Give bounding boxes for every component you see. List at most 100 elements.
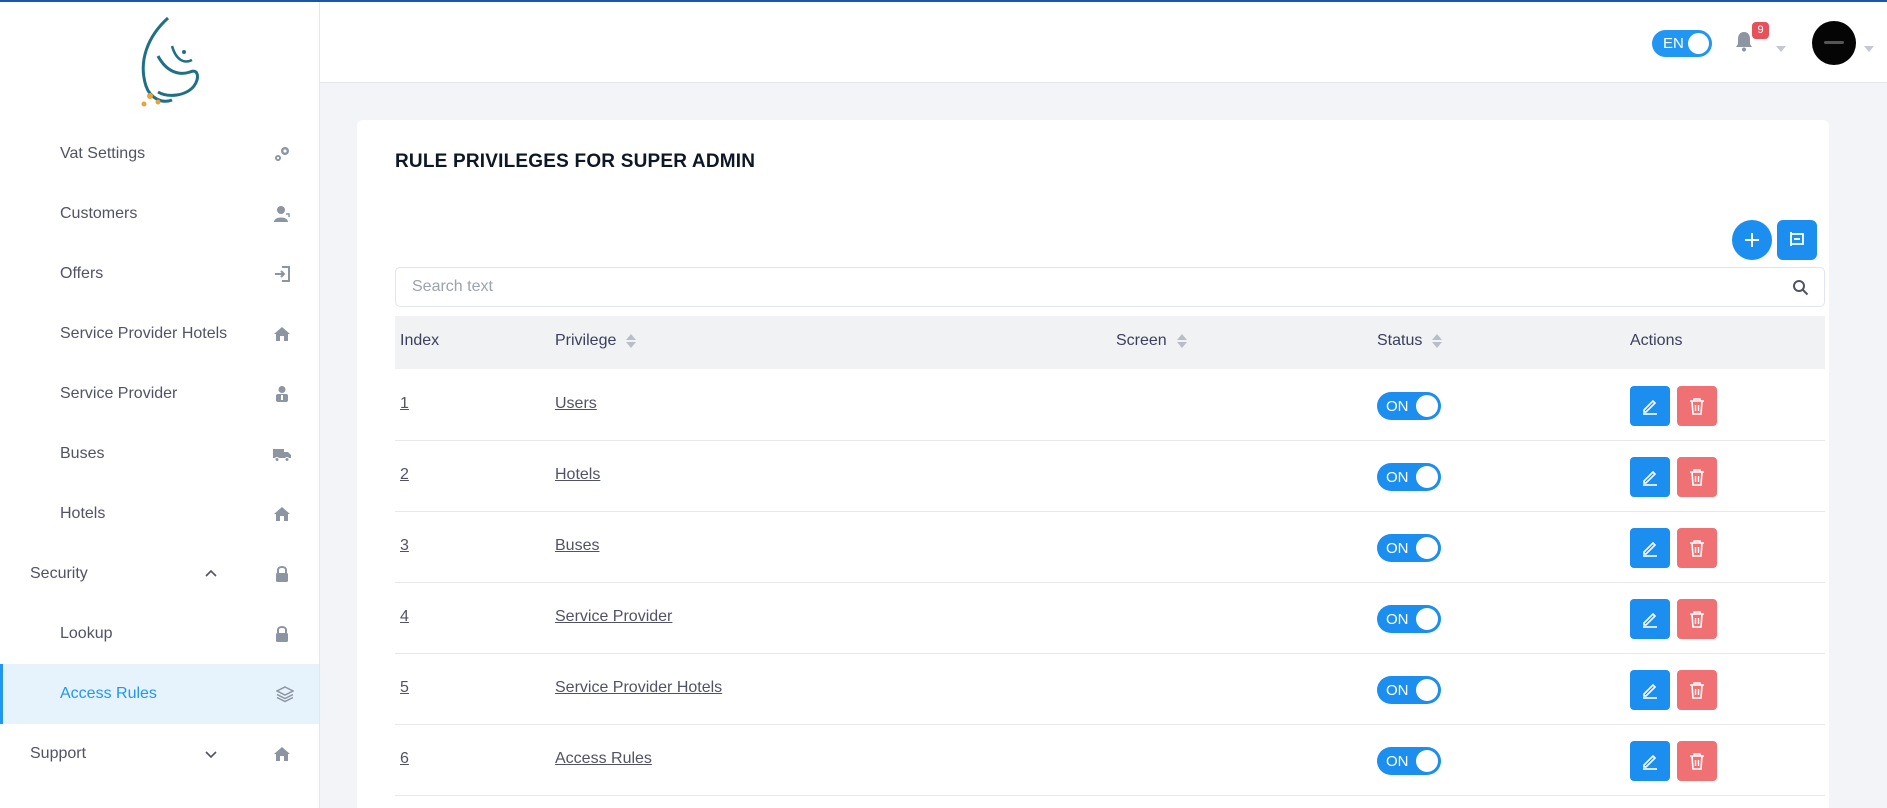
status-label: ON [1386,398,1409,415]
edit-button[interactable] [1630,599,1670,639]
status-toggle[interactable]: ON [1377,747,1441,775]
sidebar-item-vat-settings[interactable]: Vat Settings [0,124,319,184]
edit-icon [1643,683,1657,699]
row-privilege-link[interactable]: Service Provider Hotels [555,679,722,697]
toggle-knob [1688,33,1709,54]
column-header-screen[interactable]: Screen [1116,332,1187,350]
home-icon [273,745,291,763]
sidebar-item-support[interactable]: Support [0,724,319,784]
toggle-knob [1416,608,1438,630]
status-toggle[interactable]: ON [1377,534,1441,562]
avatar[interactable] [1812,21,1856,65]
delete-button[interactable] [1677,528,1717,568]
toggle-knob [1416,750,1438,772]
profile-dropdown-icon[interactable] [1864,39,1874,52]
notification-badge: 9 [1752,22,1769,39]
table-row: 5 Service Provider Hotels ON [395,654,1825,725]
language-toggle[interactable]: EN [1652,30,1712,57]
row-privilege-link[interactable]: Hotels [555,466,600,484]
column-header-actions: Actions [1630,332,1682,350]
table-row: 6 Access Rules ON [395,725,1825,796]
row-index-link[interactable]: 3 [400,537,409,555]
sidebar-item-lookup[interactable]: Lookup [0,604,319,664]
avatar-mark [1824,41,1844,44]
delete-button[interactable] [1677,599,1717,639]
chevron-down-icon [203,746,219,762]
sort-icon[interactable] [626,333,637,349]
add-privilege-button[interactable] [1732,220,1772,260]
sort-icon[interactable] [1176,333,1187,349]
edit-button[interactable] [1630,670,1670,710]
sidebar-item-label: Customers [60,205,138,222]
column-header-index: Index [400,332,439,350]
status-toggle[interactable]: ON [1377,605,1441,633]
delete-button[interactable] [1677,670,1717,710]
trash-icon [1690,753,1704,770]
sidebar-item-access-rules[interactable]: Access Rules [0,664,319,724]
status-toggle[interactable]: ON [1377,676,1441,704]
status-label: ON [1386,611,1409,628]
row-index-link[interactable]: 6 [400,750,409,768]
toggle-knob [1416,466,1438,488]
row-privilege-link[interactable]: Users [555,395,597,413]
status-toggle[interactable]: ON [1377,463,1441,491]
row-privilege-link[interactable]: Access Rules [555,750,652,768]
sort-icon[interactable] [1432,333,1443,349]
edit-button[interactable] [1630,457,1670,497]
status-toggle[interactable]: ON [1377,392,1441,420]
person-icon [273,385,291,403]
row-privilege-link[interactable]: Service Provider [555,608,672,626]
column-header-label: Index [400,332,440,349]
row-privilege-link[interactable]: Buses [555,537,599,555]
lock-icon [273,565,291,583]
toggle-knob [1416,537,1438,559]
status-label: ON [1386,753,1409,770]
sidebar-item-label: Service Provider Hotels [60,325,228,342]
sidebar-item-hotels[interactable]: Hotels [0,484,319,544]
column-header-status[interactable]: Status [1377,332,1443,350]
delete-button[interactable] [1677,457,1717,497]
status-label: ON [1386,682,1409,699]
row-index-link[interactable]: 4 [400,608,409,626]
status-label: ON [1386,540,1409,557]
edit-button[interactable] [1630,741,1670,781]
delete-button[interactable] [1677,386,1717,426]
sidebar-item-offers[interactable]: Offers [0,244,319,304]
delete-button[interactable] [1677,741,1717,781]
table-header: Index Privilege Screen Status Actions [395,316,1825,369]
search-icon[interactable] [1792,279,1809,296]
sidebar-item-label: Security [30,565,88,582]
edit-icon [1643,754,1657,770]
back-icon [1790,232,1804,246]
app-logo[interactable] [128,16,212,122]
truck-icon [273,445,291,463]
column-header-label: Privilege [555,332,617,349]
search-input[interactable] [412,268,1772,306]
edit-icon [1643,612,1657,628]
sidebar-item-service-provider-hotels[interactable]: Service Provider Hotels [0,304,319,364]
logout-icon [273,265,291,283]
table-row: 1 Users ON [395,370,1825,441]
layers-icon [275,685,295,703]
trash-icon [1690,469,1704,486]
sidebar-item-security[interactable]: Security [0,544,319,604]
top-accent-line [0,0,1887,2]
column-header-privilege[interactable]: Privilege [555,332,637,350]
back-button[interactable] [1777,220,1817,260]
trash-icon [1690,682,1704,699]
trash-icon [1690,398,1704,415]
row-index-link[interactable]: 5 [400,679,409,697]
edit-button[interactable] [1630,528,1670,568]
notifications-dropdown-icon[interactable] [1776,39,1786,52]
sidebar-item-label: Buses [60,445,105,462]
toggle-knob [1416,395,1438,417]
sidebar-item-label: Access Rules [60,685,157,702]
sidebar-item-buses[interactable]: Buses [0,424,319,484]
trash-icon [1690,540,1704,557]
status-label: ON [1386,469,1409,486]
sidebar-item-customers[interactable]: Customers [0,184,319,244]
row-index-link[interactable]: 2 [400,466,409,484]
row-index-link[interactable]: 1 [400,395,409,413]
sidebar-item-service-provider[interactable]: Service Provider [0,364,319,424]
edit-button[interactable] [1630,386,1670,426]
